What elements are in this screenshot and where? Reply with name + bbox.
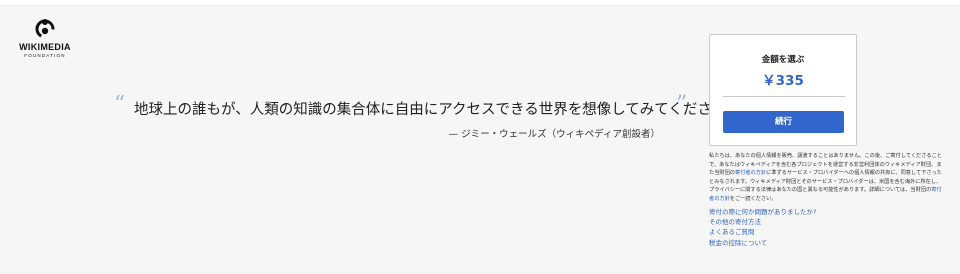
card-divider	[723, 96, 845, 97]
quote-text: 地球上の誰もが、人類の知識の集合体に自由にアクセスできる世界を想像してみてくださ…	[134, 102, 741, 118]
faq-link[interactable]: よくあるご質問	[709, 227, 909, 237]
brand-subtitle: FOUNDATION	[24, 53, 66, 58]
problem-link[interactable]: 寄付の際に何か問題がありましたか?	[709, 207, 909, 217]
close-quote-icon: ”	[676, 92, 688, 117]
continue-button[interactable]: 続行	[723, 111, 844, 133]
privacy-text-3: をご一読ください。	[729, 195, 777, 202]
selected-amount[interactable]: ￥335	[710, 69, 856, 89]
wikimedia-logo-icon	[35, 19, 55, 39]
open-quote-icon: “	[114, 92, 126, 117]
other-ways-link[interactable]: その他の寄付方法	[709, 217, 909, 227]
donor-policy-link[interactable]: 寄付者の方針	[735, 170, 766, 176]
donate-card: 金額を選ぶ ￥335 続行	[709, 34, 857, 146]
privacy-notice: 私たちは、あなたの個人情報を販売、譲渡することはありません。この後、ご寄付してく…	[709, 152, 945, 203]
help-links: 寄付の際に何か問題がありましたか? その他の寄付方法 よくあるご質問 税金の控除…	[709, 207, 909, 248]
tax-deduction-link[interactable]: 税金の控除について	[709, 238, 909, 248]
top-bar	[0, 0, 960, 6]
brand-name: WIKIMEDIA	[19, 42, 71, 52]
wikimedia-logo[interactable]: WIKIMEDIA FOUNDATION	[12, 18, 78, 66]
amount-title: 金額を選ぶ	[761, 55, 805, 65]
quote-author: — ジミー・ウェールズ（ウィキペディア創設者）	[448, 129, 660, 140]
